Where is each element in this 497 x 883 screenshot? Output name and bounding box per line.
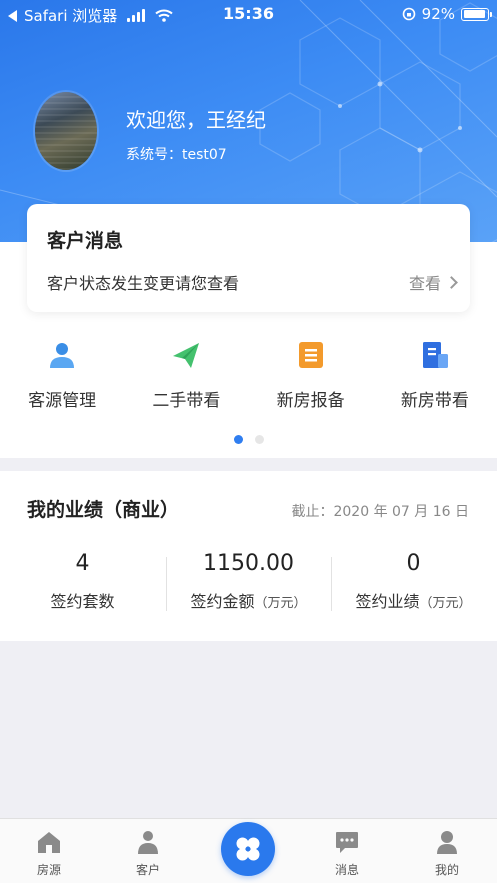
paper-plane-icon [173,343,200,368]
stat-label: 签约金额 [190,592,255,611]
status-bar: Safari 浏览器 15:36 92% [0,0,497,28]
shortcut-new-house-report[interactable]: 新房报备 [249,338,373,418]
stat-value: 4 [75,551,90,576]
shortcut-grid: 客源管理 二手带看 新房报备 新房带看 [0,338,497,418]
stat-value: 1150.00 [203,551,294,576]
tab-label: 客户 [135,863,160,877]
view-label: 查看 [408,274,441,293]
view-messages-button[interactable]: 查看 [408,270,458,294]
stat-label: 签约业绩 [355,592,420,611]
tab-label: 我的 [434,863,459,877]
clover-icon [236,837,260,861]
status-right: 92% [402,5,492,23]
tab-label: 消息 [334,863,359,877]
tab-messages[interactable]: 消息 [317,829,377,878]
shortcut-label: 客源管理 [28,391,97,411]
person-icon [50,343,75,368]
chevron-right-icon [445,275,458,289]
page-dot[interactable] [254,435,264,444]
building-icon [422,342,448,368]
page-dot-active[interactable] [233,435,243,444]
shortcut-label: 二手带看 [152,391,221,411]
avatar[interactable] [35,92,97,170]
tab-customers[interactable]: 客户 [118,829,178,878]
welcome-text: 欢迎您，王经纪 [126,108,266,132]
system-number: 系统号：test07 [126,147,227,163]
stat-signed-performance[interactable]: 0 签约业绩（万元） [331,551,496,612]
stat-signed-amount[interactable]: 1150.00 签约金额（万元） [166,551,331,612]
stat-unit: （万元） [254,596,307,611]
battery-icon [461,7,492,21]
performance-card: 我的业绩（商业） 截止：2020 年 07 月 16 日 4 签约套数 1150… [0,471,497,641]
stat-unit: （万元） [419,596,472,611]
shortcut-label: 新房带看 [400,391,469,411]
center-action-button[interactable] [221,822,275,876]
tab-mine[interactable]: 我的 [417,829,477,878]
shortcut-label: 新房报备 [276,391,345,411]
performance-date: 截止：2020 年 07 月 16 日 [291,504,469,520]
chat-icon [336,832,358,853]
profile-icon [437,831,457,854]
rotation-lock-icon [402,7,415,21]
stat-signed-count[interactable]: 4 签约套数 [0,551,165,612]
battery-percent: 92% [421,5,455,23]
performance-title: 我的业绩（商业） [27,499,180,521]
customer-message-card[interactable]: 客户消息 客户状态发生变更请您查看 查看 [27,204,470,312]
stat-value: 0 [406,551,421,576]
shortcut-secondhand-viewing[interactable]: 二手带看 [124,338,248,418]
house-icon [38,832,60,853]
tab-label: 房源 [36,863,61,877]
tab-listings[interactable]: 房源 [19,829,79,878]
page-indicator [0,435,497,444]
shortcut-new-house-viewing[interactable]: 新房带看 [373,338,497,418]
document-icon [298,342,323,368]
message-card-text: 客户状态发生变更请您查看 [47,274,240,293]
user-icon [138,831,158,854]
stat-label: 签约套数 [50,592,115,611]
shortcut-customer-management[interactable]: 客源管理 [0,338,124,418]
message-card-title: 客户消息 [47,230,124,252]
